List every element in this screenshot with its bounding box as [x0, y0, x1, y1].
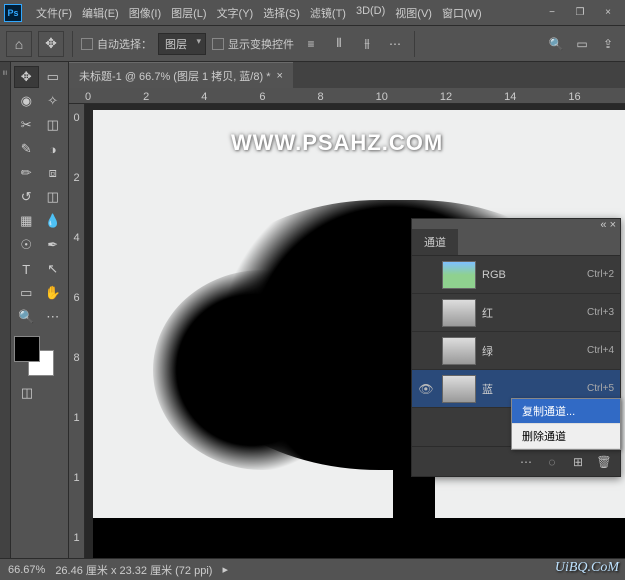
channel-shortcut: Ctrl+2: [587, 269, 614, 280]
more-icon[interactable]: ⋯: [384, 33, 406, 55]
slice-tool[interactable]: ◫: [41, 114, 66, 136]
heal-tool[interactable]: ◑: [41, 138, 66, 160]
pen-tool[interactable]: ✒: [41, 234, 66, 256]
blur-tool[interactable]: 💧: [41, 210, 66, 232]
document-tab[interactable]: 未标题-1 @ 66.7% (图层 1 拷贝, 蓝/8) * ×: [69, 62, 293, 89]
shape-tool[interactable]: ▭: [14, 282, 39, 304]
status-more-icon[interactable]: ▸: [222, 563, 228, 576]
document-tab-title: 未标题-1 @ 66.7% (图层 1 拷贝, 蓝/8) *: [79, 68, 270, 84]
align-icon-3[interactable]: ⫵: [356, 33, 378, 55]
stamp-tool[interactable]: ⧈: [41, 162, 66, 184]
show-transform-checkbox[interactable]: [212, 38, 224, 50]
auto-select-label: 自动选择：: [97, 36, 152, 52]
close-tab-icon[interactable]: ×: [276, 70, 282, 82]
show-transform-label: 显示变换控件: [228, 36, 294, 52]
color-swatch[interactable]: [14, 336, 54, 376]
marquee-tool[interactable]: ▭: [41, 66, 66, 88]
context-menu: 复制通道... 删除通道: [511, 398, 621, 450]
lasso-tool[interactable]: ◉: [14, 90, 39, 112]
channel-thumb: [442, 337, 476, 365]
channel-thumb: [442, 375, 476, 403]
channel-shortcut: Ctrl+3: [587, 307, 614, 318]
align-icon-1[interactable]: ≡: [300, 33, 322, 55]
auto-select-checkbox[interactable]: [81, 38, 93, 50]
channel-name: RGB: [482, 269, 581, 281]
channel-name: 绿: [482, 343, 581, 359]
doc-dimensions: 26.46 厘米 x 23.32 厘米 (72 ppi): [55, 562, 212, 578]
ctx-duplicate-channel[interactable]: 复制通道...: [512, 399, 620, 424]
ctx-delete-channel[interactable]: 删除通道: [512, 424, 620, 449]
channel-shortcut: Ctrl+5: [587, 383, 614, 394]
dodge-tool[interactable]: ☉: [14, 234, 39, 256]
channel-green[interactable]: 绿 Ctrl+4: [412, 332, 620, 370]
menu-window[interactable]: 窗口(W): [438, 2, 486, 24]
win-restore[interactable]: ❐: [567, 3, 593, 23]
eyedropper-tool[interactable]: ✎: [14, 138, 39, 160]
eraser-tool[interactable]: ◫: [41, 186, 66, 208]
side-tab-col: ≡: [0, 62, 11, 558]
ruler-horizontal: 02468101214161820222426: [69, 88, 625, 104]
fg-color[interactable]: [14, 336, 40, 362]
move-tool-icon[interactable]: ✥: [38, 31, 64, 57]
menu-3d[interactable]: 3D(D): [352, 2, 389, 24]
magic-wand-tool[interactable]: ✧: [41, 90, 66, 112]
menu-view[interactable]: 视图(V): [391, 2, 436, 24]
channel-rgb[interactable]: RGB Ctrl+2: [412, 256, 620, 294]
status-bar: 66.67% 26.46 厘米 x 23.32 厘米 (72 ppi) ▸: [0, 558, 625, 580]
frame-icon[interactable]: ▭: [571, 33, 593, 55]
ruler-vertical: 024681111122: [69, 104, 85, 558]
ps-logo: Ps: [4, 4, 22, 22]
menu-layer[interactable]: 图层(L): [167, 2, 210, 24]
auto-select-target[interactable]: 图层: [158, 33, 206, 55]
align-icon-2[interactable]: ⫴: [328, 33, 350, 55]
main-menu: 文件(F) 编辑(E) 图像(I) 图层(L) 文字(Y) 选择(S) 滤镜(T…: [32, 2, 486, 24]
panel-collapse-icon[interactable]: « ×: [600, 219, 616, 229]
win-minimize[interactable]: −: [539, 3, 565, 23]
edit-toolbar[interactable]: ⋯: [41, 306, 66, 328]
type-tool[interactable]: T: [14, 258, 39, 280]
home-icon[interactable]: ⌂: [6, 31, 32, 57]
menu-filter[interactable]: 滤镜(T): [306, 2, 350, 24]
new-channel-icon[interactable]: ⊞: [570, 454, 586, 470]
path-tool[interactable]: ↖: [41, 258, 66, 280]
load-selection-icon[interactable]: ⋯: [518, 454, 534, 470]
channel-thumb: [442, 261, 476, 289]
win-close[interactable]: ×: [595, 3, 621, 23]
channel-thumb: [442, 299, 476, 327]
zoom-tool[interactable]: 🔍: [14, 306, 39, 328]
channel-shortcut: Ctrl+4: [587, 345, 614, 356]
crop-tool[interactable]: ✂: [14, 114, 39, 136]
menu-select[interactable]: 选择(S): [259, 2, 304, 24]
move-tool[interactable]: ✥: [14, 66, 39, 88]
bottom-watermark: UiBQ.CoM: [555, 560, 619, 576]
channel-red[interactable]: 红 Ctrl+3: [412, 294, 620, 332]
search-icon[interactable]: 🔍: [545, 33, 567, 55]
zoom-level[interactable]: 66.67%: [8, 564, 45, 576]
channel-name: 红: [482, 305, 581, 321]
options-bar: ⌂ ✥ 自动选择： 图层 显示变换控件 ≡ ⫴ ⫵ ⋯ 🔍 ▭ ⇪: [0, 26, 625, 62]
visibility-toggle[interactable]: 👁: [416, 382, 436, 396]
menu-type[interactable]: 文字(Y): [213, 2, 258, 24]
gradient-tool[interactable]: ▦: [14, 210, 39, 232]
auto-select-option[interactable]: 自动选择：: [81, 36, 152, 52]
channel-name: 蓝: [482, 381, 581, 397]
delete-channel-icon[interactable]: 🗑: [596, 454, 612, 470]
quickmask-tool[interactable]: ◫: [14, 382, 40, 404]
menu-edit[interactable]: 编辑(E): [78, 2, 123, 24]
toolbar: ✥▭ ◉✧ ✂◫ ✎◑ ✏⧈ ↺◫ ▦💧 ☉✒ T↖ ▭✋ 🔍⋯ ◫: [11, 62, 69, 558]
menu-image[interactable]: 图像(I): [125, 2, 165, 24]
history-brush-tool[interactable]: ↺: [14, 186, 39, 208]
side-tab-handle[interactable]: ≡: [0, 66, 10, 79]
menu-file[interactable]: 文件(F): [32, 2, 76, 24]
channels-tab[interactable]: 通道: [412, 229, 458, 255]
show-transform-option[interactable]: 显示变换控件: [212, 36, 294, 52]
brush-tool[interactable]: ✏: [14, 162, 39, 184]
share-icon[interactable]: ⇪: [597, 33, 619, 55]
watermark-text: WWW.PSAHZ.COM: [231, 130, 443, 156]
hand-tool[interactable]: ✋: [41, 282, 66, 304]
save-selection-icon[interactable]: ◌: [544, 454, 560, 470]
